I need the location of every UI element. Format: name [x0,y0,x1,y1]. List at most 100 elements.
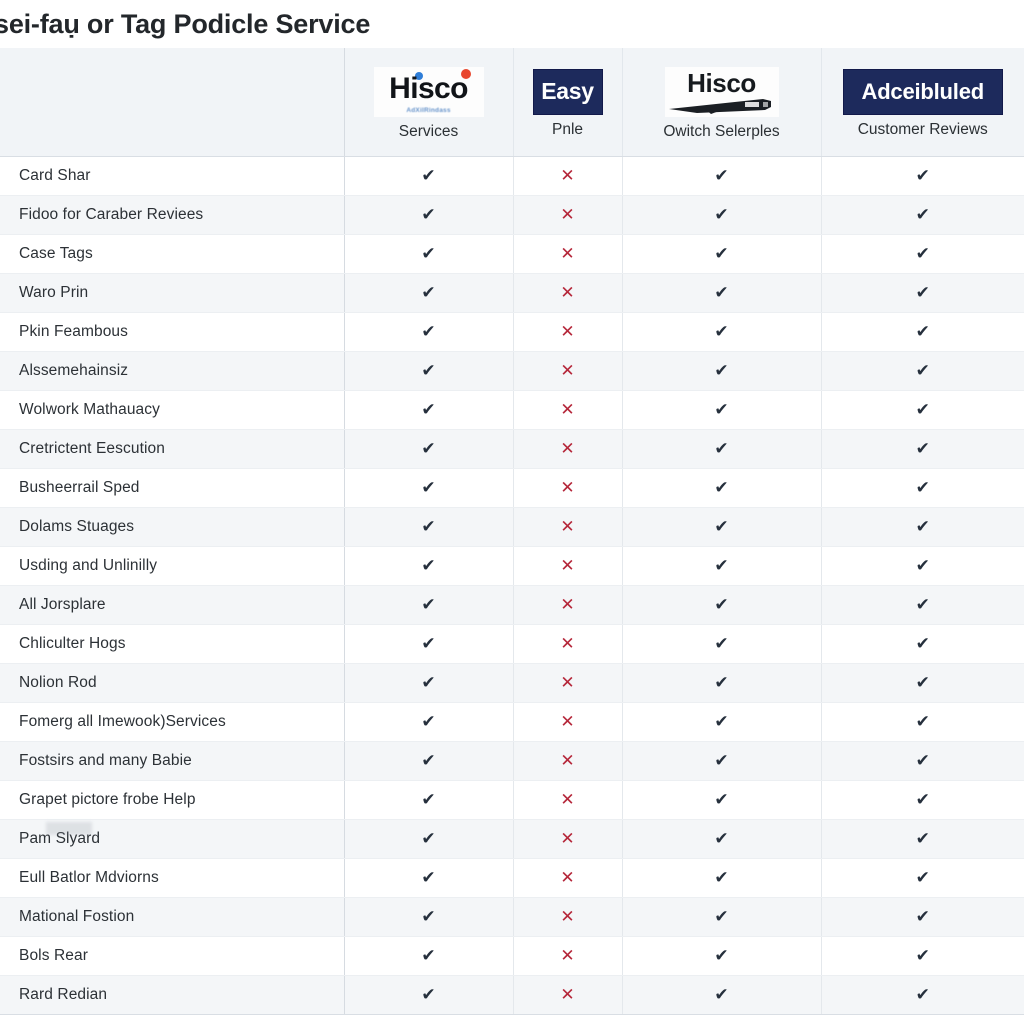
cross-icon: ✕ [560,633,575,653]
check-icon: ✔ [421,399,436,419]
cell-cross: ✕ [513,273,623,313]
table-row: Rard Redian ✔ ✕ ✔ ✔ [0,975,1024,1015]
cell-check: ✔ [821,858,1024,898]
cell-check: ✔ [344,156,514,196]
cell-cross: ✕ [513,585,623,625]
check-icon: ✔ [915,555,930,575]
hisco-swoosh-logo-icon: Hisco [664,66,779,117]
column-header-1[interactable]: Hisco AdXilRindass Services [344,48,514,157]
feature-label: Case Tags [0,234,345,274]
column-header-4[interactable]: Adceibluled Customer Reviews [821,48,1024,157]
feature-label: Rard Redian [0,975,345,1015]
table-row: Pam Slyard ✔ ✕ ✔ ✔ [0,819,1024,859]
cell-check: ✔ [344,546,514,586]
cross-icon: ✕ [560,399,575,419]
feature-label: Grapet pictore frobe Help [0,780,345,820]
cell-check: ✔ [821,936,1024,976]
check-icon: ✔ [714,828,729,848]
cell-check: ✔ [622,156,822,196]
feature-label: Nolion Rod [0,663,345,703]
table-header-row: Hisco AdXilRindass Services Easy Pnle Hi… [0,48,1024,157]
cell-check: ✔ [344,507,514,547]
cross-icon: ✕ [560,867,575,887]
cell-check: ✔ [821,702,1024,742]
cell-check: ✔ [821,507,1024,547]
cell-cross: ✕ [513,858,623,898]
check-icon: ✔ [915,789,930,809]
cross-icon: ✕ [560,828,575,848]
check-icon: ✔ [915,204,930,224]
cross-icon: ✕ [560,555,575,575]
check-icon: ✔ [915,828,930,848]
check-icon: ✔ [714,867,729,887]
check-icon: ✔ [915,711,930,731]
check-icon: ✔ [915,867,930,887]
check-icon: ✔ [714,711,729,731]
cell-check: ✔ [622,897,822,937]
table-row: Cretrictent Eescution ✔ ✕ ✔ ✔ [0,429,1024,469]
feature-label: Mational Fostion [0,897,345,937]
cell-check: ✔ [344,429,514,469]
table-row: Usding and Unlinilly ✔ ✕ ✔ ✔ [0,546,1024,586]
swoosh-mark-icon [668,98,771,114]
cell-check: ✔ [821,663,1024,703]
column-label-4: Customer Reviews [857,120,988,138]
cell-cross: ✕ [513,975,623,1015]
cell-check: ✔ [821,156,1024,196]
cross-icon: ✕ [560,945,575,965]
feature-label: Pam Slyard [0,819,345,859]
check-icon: ✔ [421,165,436,185]
cross-icon: ✕ [560,789,575,809]
check-icon: ✔ [915,750,930,770]
table-row: Dolams Stuages ✔ ✕ ✔ ✔ [0,507,1024,547]
cell-check: ✔ [821,741,1024,781]
cell-check: ✔ [622,390,822,430]
check-icon: ✔ [915,165,930,185]
cell-check: ✔ [622,351,822,391]
cell-cross: ✕ [513,507,623,547]
column-label-2: Pnle [551,120,584,138]
cell-check: ✔ [622,858,822,898]
cell-check: ✔ [622,741,822,781]
check-icon: ✔ [915,945,930,965]
cell-check: ✔ [622,975,822,1015]
column-header-2[interactable]: Easy Pnle [513,48,623,157]
cell-check: ✔ [821,819,1024,859]
cell-check: ✔ [344,390,514,430]
cell-check: ✔ [821,975,1024,1015]
cell-check: ✔ [622,312,822,352]
cell-cross: ✕ [513,702,623,742]
check-icon: ✔ [421,477,436,497]
check-icon: ✔ [421,282,436,302]
check-icon: ✔ [421,243,436,263]
table-row: Nolion Rod ✔ ✕ ✔ ✔ [0,663,1024,703]
cell-cross: ✕ [513,546,623,586]
cell-check: ✔ [344,468,514,508]
column-header-3[interactable]: Hisco Owitch Selerples [622,48,822,157]
feature-label: Waro Prin [0,273,345,313]
table-row: Case Tags ✔ ✕ ✔ ✔ [0,234,1024,274]
check-icon: ✔ [421,828,436,848]
check-icon: ✔ [714,360,729,380]
cell-cross: ✕ [513,741,623,781]
column-label-3: Owitch Selerples [663,122,780,140]
cross-icon: ✕ [560,360,575,380]
check-icon: ✔ [421,204,436,224]
check-icon: ✔ [421,516,436,536]
check-icon: ✔ [714,750,729,770]
table-header: Hisco AdXilRindass Services Easy Pnle Hi… [0,48,1024,157]
cell-check: ✔ [344,975,514,1015]
check-icon: ✔ [915,906,930,926]
cell-check: ✔ [622,780,822,820]
adceibluled-logo-icon: Adceibluled [842,68,1003,115]
cross-icon: ✕ [560,204,575,224]
check-icon: ✔ [915,243,930,263]
check-icon: ✔ [714,789,729,809]
check-icon: ✔ [714,945,729,965]
table-body: Card Shar ✔ ✕ ✔ ✔ Fidoo for Caraber Reviees ✔ ✕… [0,156,1024,1015]
check-icon: ✔ [714,516,729,536]
cell-check: ✔ [622,273,822,313]
cell-cross: ✕ [513,936,623,976]
brand-cell-1: Hisco AdXilRindass Services [345,59,513,146]
brand-cell-3: Hisco Owitch Selerples [623,59,821,146]
